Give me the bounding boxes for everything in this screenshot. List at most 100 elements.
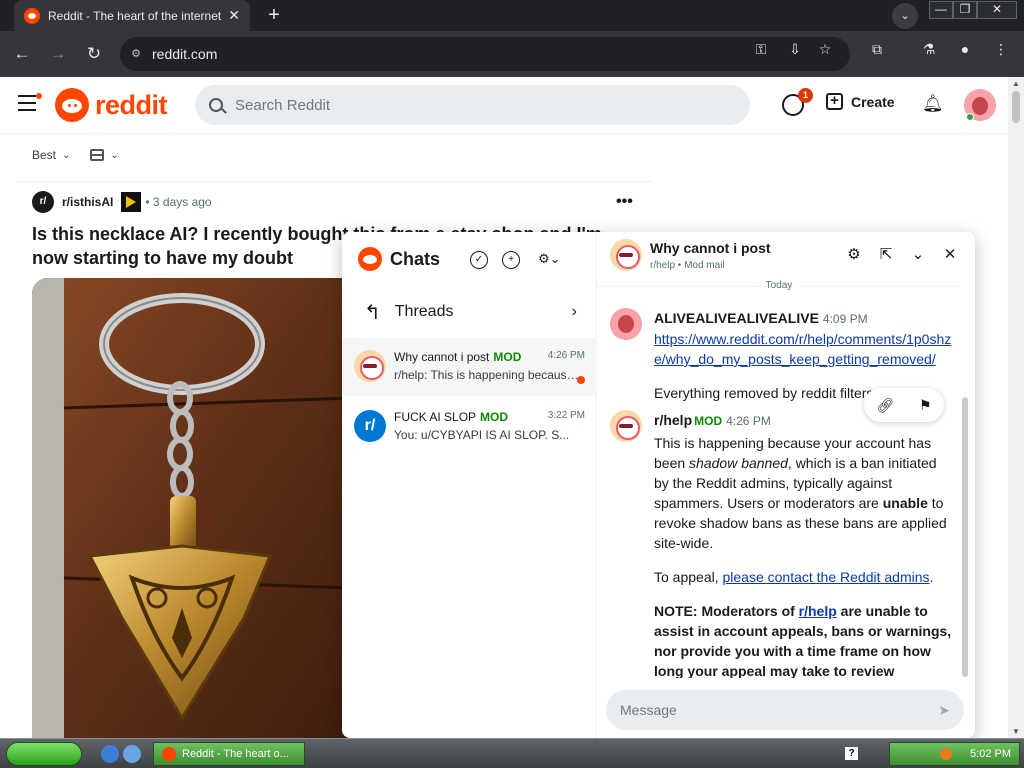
notifications-bell-icon[interactable]: 🔔︎ [922,94,944,114]
address-bar[interactable]: ⚙ reddit.com [120,37,850,71]
chat-header: Chats [358,247,440,271]
labs-flask-icon[interactable]: ⚗ [920,40,938,58]
post-image[interactable] [32,278,352,738]
scroll-down-icon[interactable]: ▼ [1012,727,1020,736]
threads-row[interactable]: ↰ Threads › [342,292,597,332]
site-info-icon[interactable]: ⚙ [128,46,144,62]
start-button[interactable] [6,742,82,766]
browser-toolbar: ← → ↻ ⚙ reddit.com ⚿ ⇩ ☆ ⧉ ⚗ ● ⋮ [0,31,1024,108]
url-text: reddit.com [152,46,218,62]
chat-notification-badge: 1 [798,88,813,103]
window-close-button[interactable]: ✕ [977,1,1017,19]
unread-dot [577,376,585,384]
message-avatar[interactable] [610,308,642,340]
new-chat-icon[interactable]: + [502,251,520,269]
taskbar-item[interactable]: Reddit - The heart o... [153,742,305,766]
minimize-button[interactable]: — [929,1,953,19]
message-author[interactable]: r/help [654,412,692,428]
subreddit-flair-icon [121,192,142,212]
browser-tab[interactable]: Reddit - The heart of the internet ✕ [14,0,250,31]
feed-sort-bar: Best ⌄ ⌄ [32,148,139,162]
search-bar[interactable] [195,85,750,125]
message-list: ALIVEALIVEALIVEALIVE 4:09 PM https://www.… [598,300,960,678]
chat-list-pane: Chats ✓ + ⚙⌄ ↰ Threads › Why cannot i po… [342,232,597,738]
search-tray-icon[interactable] [940,748,953,760]
explorer-icon[interactable] [123,745,141,763]
chat-list-item[interactable]: r/ FUCK AI SLOP MOD 3:22 PM You: u/CYBYAP… [342,398,597,456]
chat-time: 3:22 PM [547,410,585,421]
maximize-button[interactable]: ❐ [953,1,977,19]
profile-icon[interactable]: ● [956,40,974,58]
message-scrollbar[interactable] [962,397,968,677]
mark-read-icon[interactable]: ✓ [470,251,488,269]
tab-title: Reddit - The heart of the internet [48,8,222,23]
subreddit-link[interactable]: r/isthisAI [62,195,113,209]
chat-avatar: r/ [354,410,386,442]
online-status-dot [966,113,974,121]
install-app-icon[interactable]: ⇩ [786,40,804,58]
conversation-avatar [610,239,642,271]
mod-badge: MOD [694,414,723,428]
create-label: Create [851,93,895,110]
chat-list-item[interactable]: Why cannot i post MOD 4:26 PM r/help: Thi… [342,338,597,396]
conversation-title: Why cannot i post [650,239,771,256]
settings-gear-icon[interactable]: ⚙ [845,246,863,264]
message-composer[interactable]: ➤ [606,690,964,730]
chat-window: Chats ✓ + ⚙⌄ ↰ Threads › Why cannot i po… [342,232,975,738]
help-icon[interactable]: ? [845,747,858,760]
filter-settings-icon[interactable]: ⚙⌄ [538,251,561,269]
post-more-options-icon[interactable]: ••• [616,193,633,211]
menu-hamburger-icon[interactable] [18,93,42,113]
link-icon[interactable]: 🔗︎ [876,397,894,414]
password-key-icon[interactable]: ⚿ [752,40,770,58]
scrollbar-thumb[interactable] [1012,91,1020,123]
close-icon[interactable]: ✕ [941,246,959,264]
chevron-down-icon[interactable]: ⌄ [62,150,70,161]
message-paragraph: NOTE: Moderators of r/help are unable to… [654,603,952,678]
logo-wordmark: reddit [95,89,168,120]
message-input[interactable] [620,702,939,718]
report-flag-icon[interactable]: ⚑ [919,397,932,414]
clock[interactable]: 5:02 PM [970,748,1011,760]
ie-browser-icon[interactable] [101,745,119,763]
tab-close-button[interactable]: ✕ [228,7,240,24]
tab-search-chevron-icon[interactable]: ⌄ [892,3,918,29]
message-author[interactable]: ALIVEALIVEALIVEALIVE [654,310,819,326]
chat-logo-icon [358,247,382,271]
chat-avatar [354,350,386,382]
post-meta: r/ r/isthisAI • 3 days ago [32,191,212,213]
message: r/help MOD 4:26 PM This is happening becau… [610,410,955,678]
back-arrow-icon[interactable]: ← [10,42,34,66]
scroll-up-icon[interactable]: ▲ [1012,79,1020,88]
open-external-icon[interactable]: ⇱ [877,246,895,264]
chevron-down-icon[interactable]: ⌄ [110,150,118,161]
day-divider: Today [598,280,960,291]
create-button[interactable]: + Create [826,93,895,110]
contact-admins-link[interactable]: please contact the Reddit admins [723,569,930,585]
view-mode-icon[interactable] [90,149,105,161]
chevron-right-icon: › [571,303,577,320]
message-avatar[interactable] [610,410,642,442]
bookmark-star-icon[interactable]: ☆ [816,40,834,58]
chat-title: Chats [390,248,441,269]
snoo-logo-icon [55,88,89,122]
search-input[interactable] [235,96,715,114]
minimize-chevron-icon[interactable]: ⌄ [909,246,927,264]
subreddit-icon[interactable]: r/ [32,191,54,213]
new-tab-button[interactable]: + [262,4,286,28]
browser-menu-icon[interactable]: ⋮ [992,40,1010,58]
conversation-pane: Why cannot i post r/help • Mod mail ⚙ ⇱ … [598,232,975,738]
reddit-logo[interactable]: reddit [55,88,168,122]
forward-arrow-icon[interactable]: → [46,42,70,66]
subreddit-link[interactable]: r/help [799,603,837,619]
page-scrollbar[interactable]: ▲ ▼ [1008,77,1024,738]
message-paragraph: This is happening because your account h… [654,435,947,551]
taskbar-item-title: Reddit - The heart o... [182,748,289,760]
sort-best-dropdown[interactable]: Best [32,148,56,162]
reddit-favicon-icon [24,7,40,24]
message-link[interactable]: https://www.reddit.com/r/help/comments/1… [654,331,951,367]
extensions-icon[interactable]: ⧉ [868,40,886,58]
reload-icon[interactable]: ↻ [82,42,106,66]
send-icon[interactable]: ➤ [938,702,950,719]
necklace-photo [32,278,352,738]
